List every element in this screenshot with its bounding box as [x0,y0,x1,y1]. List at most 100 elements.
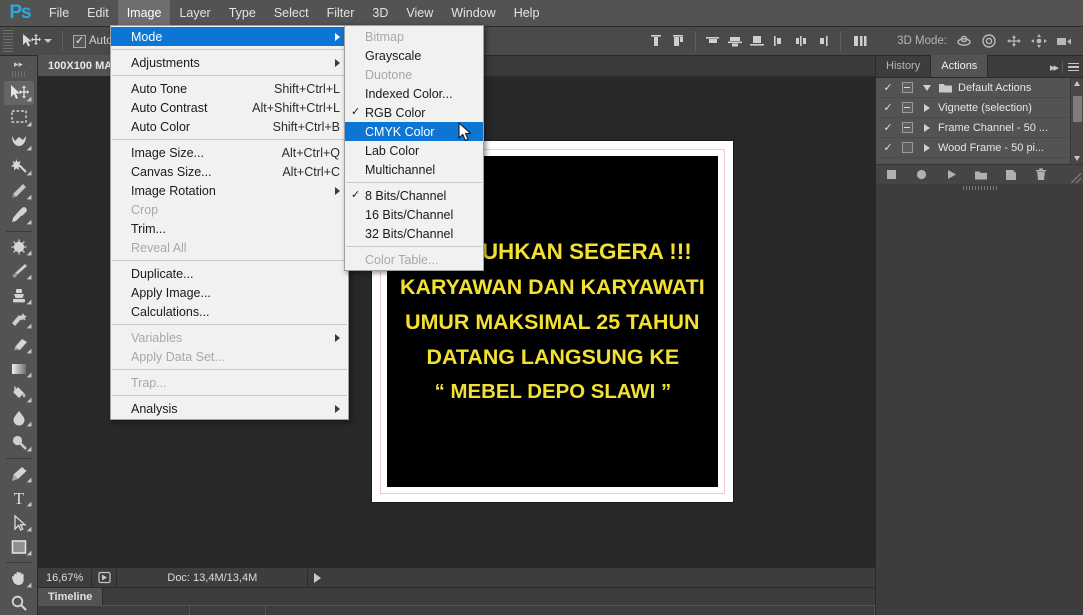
create-new-action-button[interactable] [996,165,1026,185]
menu-item-mode[interactable]: Mode [111,27,348,46]
action-row[interactable]: ✓ Default Actions [876,78,1083,98]
scrollbar-thumb[interactable] [1073,96,1082,122]
menu-item-multichannel[interactable]: Multichannel [345,160,483,179]
lasso-tool[interactable] [4,130,34,154]
distribute-right-button[interactable] [812,30,834,52]
action-row[interactable]: ✓ Frame Channel - 50 ... [876,118,1083,138]
menubar-item-edit[interactable]: Edit [78,0,118,27]
tab-history[interactable]: History [876,55,932,77]
menu-item-image-size[interactable]: Image Size... Alt+Ctrl+Q [111,143,348,162]
action-toggle-checkbox[interactable]: ✓ [878,101,898,114]
align-top-edges-button[interactable] [645,30,667,52]
move-tool-preset[interactable] [17,29,56,53]
action-toggle-checkbox[interactable]: ✓ [878,121,898,134]
spot-healing-brush-tool[interactable] [4,234,34,258]
menu-item-analysis[interactable]: Analysis [111,399,348,418]
arrange-button[interactable] [847,30,873,52]
gradient-tool[interactable] [4,357,34,381]
menu-item-grayscale[interactable]: Grayscale [345,46,483,65]
menubar-item-window[interactable]: Window [442,0,504,27]
scroll-up-arrow-icon[interactable] [1074,81,1080,86]
stop-playing-button[interactable] [876,165,906,185]
menubar-item-file[interactable]: File [40,0,78,27]
action-toggle-checkbox[interactable]: ✓ [878,81,898,94]
tools-panel-grip[interactable] [11,71,26,77]
eraser-tool[interactable] [4,332,34,356]
rectangle-tool[interactable] [4,535,34,559]
3d-orbit-button[interactable] [953,30,975,52]
menu-item-calculations[interactable]: Calculations... [111,302,348,321]
eyedropper-tool[interactable] [4,203,34,227]
action-dialog-toggle-icon[interactable] [898,102,916,113]
menu-item-16-bits-channel[interactable]: 16 Bits/Channel [345,205,483,224]
pen-tool[interactable] [4,461,34,485]
menubar-item-3d[interactable]: 3D [363,0,397,27]
menu-item-apply-image[interactable]: Apply Image... [111,283,348,302]
3d-roll-button[interactable] [978,30,1000,52]
actions-scrollbar[interactable] [1070,78,1083,164]
paint-bucket-tool[interactable] [4,381,34,405]
align-vertical-centers-button[interactable] [667,30,689,52]
actions-list[interactable]: ✓ Default Actions ✓ Vignette (selection) ✓ Fr… [876,78,1083,164]
action-toggle-checkbox[interactable]: ✓ [878,141,898,154]
menubar-item-filter[interactable]: Filter [318,0,364,27]
panel-divider-grip[interactable] [876,184,1083,191]
blur-tool[interactable] [4,406,34,430]
zoom-tool[interactable] [4,591,34,615]
tools-panel-collapse[interactable]: ▸▸ [2,58,36,71]
expand-triangle-down-icon[interactable] [916,84,938,91]
3d-camera-button[interactable] [1053,30,1075,52]
action-dialog-toggle-icon[interactable] [898,82,916,93]
tab-actions[interactable]: Actions [931,55,989,77]
document-thumb-icon[interactable] [92,568,116,588]
menubar-item-layer[interactable]: Layer [170,0,219,27]
menu-item-auto-tone[interactable]: Auto Tone Shift+Ctrl+L [111,79,348,98]
menu-item-trim[interactable]: Trim... [111,219,348,238]
status-arrow-icon[interactable] [314,572,322,583]
menubar-item-select[interactable]: Select [265,0,318,27]
hand-tool[interactable] [4,566,34,590]
action-dialog-toggle-icon[interactable] [898,122,916,133]
menu-item-lab-color[interactable]: Lab Color [345,141,483,160]
mode-submenu-dropdown[interactable]: Bitmap Grayscale Duotone Indexed Color... ✓ R… [344,25,484,271]
menubar-item-type[interactable]: Type [220,0,265,27]
path-selection-tool[interactable] [4,510,34,534]
expand-triangle-right-icon[interactable] [916,123,938,132]
scroll-down-arrow-icon[interactable] [1074,156,1080,161]
action-row[interactable]: ✓ Vignette (selection) [876,98,1083,118]
expand-triangle-right-icon[interactable] [916,103,938,112]
clone-stamp-tool[interactable] [4,283,34,307]
menu-item-rgb-color[interactable]: ✓ RGB Color [345,103,483,122]
menu-item-indexed-color[interactable]: Indexed Color... [345,84,483,103]
create-new-set-button[interactable] [966,165,996,185]
menu-item-8-bits-channel[interactable]: ✓ 8 Bits/Channel [345,186,483,205]
begin-recording-button[interactable] [906,165,936,185]
tab-timeline[interactable]: Timeline [38,588,104,605]
menu-item-image-rotation[interactable]: Image Rotation [111,181,348,200]
menubar-item-image[interactable]: Image [117,0,171,27]
rectangular-marquee-tool[interactable] [4,105,34,129]
play-selection-button[interactable] [936,165,966,185]
menu-item-auto-contrast[interactable]: Auto Contrast Alt+Shift+Ctrl+L [111,98,348,117]
align-bottom-edges-button[interactable] [746,30,768,52]
options-bar-grip[interactable] [3,30,13,52]
expand-triangle-right-icon[interactable] [916,143,938,152]
menu-item-duplicate[interactable]: Duplicate... [111,264,348,283]
distribute-horizontal-centers-button[interactable] [790,30,812,52]
menu-item-adjustments[interactable]: Adjustments [111,53,348,72]
dodge-tool[interactable] [4,430,34,454]
action-dialog-toggle-icon[interactable] [898,142,916,153]
action-row[interactable]: ✓ Wood Frame - 50 pi... [876,138,1083,158]
menu-item-canvas-size[interactable]: Canvas Size... Alt+Ctrl+C [111,162,348,181]
3d-slide-button[interactable] [1028,30,1050,52]
image-menu-dropdown[interactable]: Mode Adjustments Auto Tone Shift+Ctrl+L Auto… [110,25,349,420]
crop-tool[interactable] [4,179,34,203]
move-tool[interactable] [3,80,34,106]
auto-select-checkbox-box[interactable]: ✓ [73,34,86,48]
tool-preset-chevron-down-icon[interactable] [44,39,52,43]
menu-item-cmyk-color[interactable]: CMYK Color [345,122,483,141]
delete-button[interactable] [1026,165,1056,185]
panel-menu-icon[interactable] [1068,62,1079,72]
align-left-edges-button[interactable] [702,30,724,52]
menu-item-auto-color[interactable]: Auto Color Shift+Ctrl+B [111,117,348,136]
